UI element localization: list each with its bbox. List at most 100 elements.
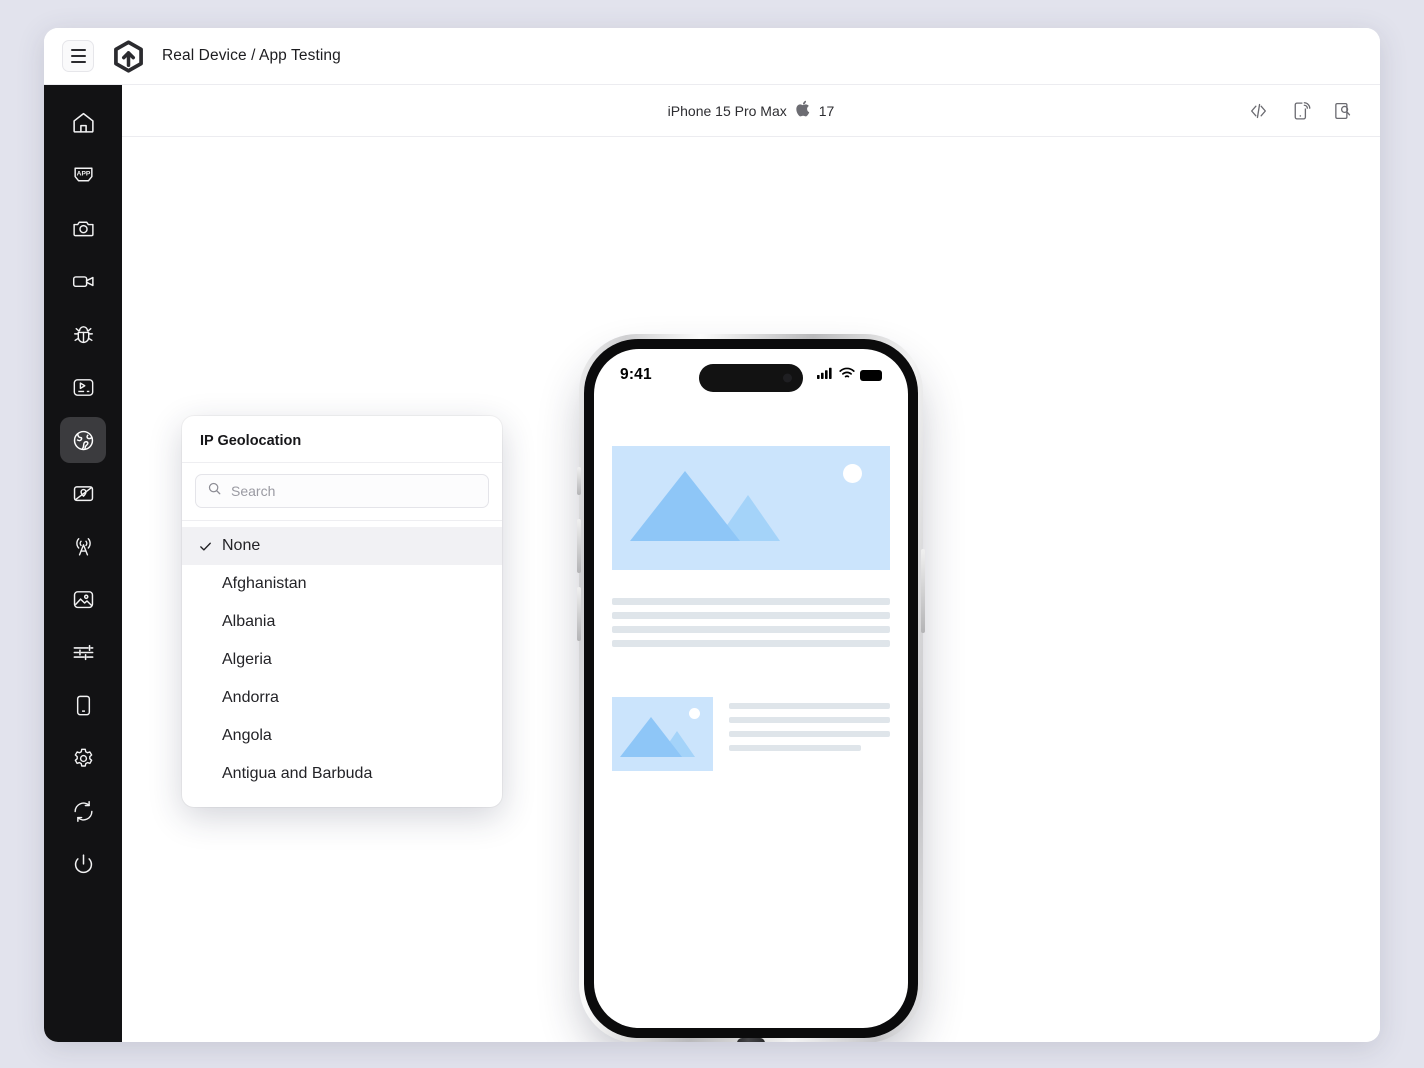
country-option-label: Albania — [222, 613, 276, 630]
device-name: iPhone 15 Pro Max — [667, 102, 787, 119]
sun-shape — [689, 708, 700, 719]
sidebar-item-home[interactable] — [60, 99, 106, 145]
phone-icon — [71, 693, 96, 718]
cable-connector-head — [737, 1038, 765, 1042]
silent-switch-button[interactable] — [577, 467, 581, 495]
popover-title: IP Geolocation — [182, 416, 502, 463]
os-version: 17 — [818, 102, 835, 119]
country-option-andorra[interactable]: Andorra — [182, 679, 502, 717]
bug-icon — [71, 322, 96, 347]
sidebar-item-stop-session[interactable] — [60, 841, 106, 887]
hamburger-icon-line — [70, 49, 86, 52]
page-title: Real Device / App Testing — [162, 47, 341, 64]
front-camera-icon — [783, 373, 792, 383]
play-console-icon — [71, 375, 96, 400]
sidebar-item-record-video[interactable] — [60, 258, 106, 304]
country-option-none[interactable]: None — [182, 527, 502, 565]
text-line-placeholder — [729, 745, 862, 751]
app-upload-icon: APP — [71, 163, 96, 188]
sidebar-item-app-install[interactable]: APP — [60, 152, 106, 198]
apple-logo-icon — [796, 100, 810, 122]
card-text-lines — [729, 697, 890, 751]
hero-text-lines — [612, 598, 890, 647]
country-option-antigua-and-barbuda[interactable]: Antigua and Barbuda — [182, 755, 502, 793]
image-icon — [71, 587, 96, 612]
volume-down-button[interactable] — [577, 587, 581, 641]
refresh-sync-icon — [71, 799, 96, 824]
sidebar-item-preferences[interactable] — [60, 735, 106, 781]
sidebar-item-screenshot[interactable] — [60, 205, 106, 251]
phone-mockup: 9:41 — [577, 334, 925, 1042]
popover-search-area — [182, 463, 502, 521]
svg-text:APP: APP — [76, 170, 90, 177]
device-inspect-icon[interactable] — [1332, 100, 1353, 121]
app-window: Real Device / App Testing APP iPhone 15 … — [44, 28, 1380, 1042]
sidebar-item-network[interactable] — [60, 523, 106, 569]
checkmark-icon — [198, 539, 222, 554]
country-option-angola[interactable]: Angola — [182, 717, 502, 755]
usb-c-cable-icon — [737, 1038, 765, 1042]
country-option-label: None — [222, 537, 261, 554]
content-card — [612, 697, 890, 771]
home-icon — [71, 110, 96, 135]
card-thumbnail-placeholder — [612, 697, 713, 771]
sidebar-item-device-info[interactable] — [60, 682, 106, 728]
cellular-bars-icon — [817, 366, 834, 384]
code-brackets-icon[interactable] — [1248, 100, 1269, 121]
country-option-algeria[interactable]: Algeria — [182, 641, 502, 679]
gear-icon — [71, 746, 96, 771]
sidebar-item-settings-sliders[interactable] — [60, 629, 106, 675]
search-icon — [207, 481, 222, 501]
country-options-list[interactable]: None Afghanistan Albania Algeria Andorra… — [182, 521, 502, 807]
network-tower-icon — [71, 534, 96, 559]
power-button[interactable] — [921, 549, 925, 633]
camera-icon — [71, 216, 96, 241]
text-line-placeholder — [612, 640, 890, 647]
toolbar-actions — [1248, 100, 1353, 121]
sidebar-item-playback[interactable] — [60, 364, 106, 410]
hamburger-icon-line — [70, 60, 86, 63]
device-label-group: iPhone 15 Pro Max 17 — [667, 100, 835, 122]
sidebar-item-bug-report[interactable] — [60, 311, 106, 357]
text-line-placeholder — [729, 717, 890, 723]
country-option-label: Antigua and Barbuda — [222, 765, 373, 782]
hero-image-placeholder — [612, 446, 890, 570]
status-time: 9:41 — [620, 366, 652, 383]
sidebar-item-restart[interactable] — [60, 788, 106, 834]
video-camera-icon — [71, 269, 96, 294]
sun-shape — [843, 464, 862, 483]
text-line-placeholder — [612, 626, 890, 633]
search-box[interactable] — [195, 474, 489, 508]
globe-icon — [71, 428, 96, 453]
country-option-label: Afghanistan — [222, 575, 307, 592]
map-pin-icon — [71, 481, 96, 506]
sidebar-item-media-inject[interactable] — [60, 576, 106, 622]
device-screen[interactable]: 9:41 — [594, 349, 908, 1028]
country-option-label: Algeria — [222, 651, 272, 668]
text-line-placeholder — [729, 703, 890, 709]
country-option-afghanistan[interactable]: Afghanistan — [182, 565, 502, 603]
country-option-label: Angola — [222, 727, 272, 744]
sidebar-nav: APP — [44, 85, 122, 1042]
country-option-albania[interactable]: Albania — [182, 603, 502, 641]
hamburger-menu-button[interactable] — [62, 40, 94, 72]
mountain-large-shape — [620, 717, 682, 757]
wifi-icon — [839, 366, 855, 384]
sliders-icon — [71, 640, 96, 665]
status-bar: 9:41 — [594, 349, 908, 401]
text-line-placeholder — [729, 731, 890, 737]
status-indicators — [817, 366, 882, 384]
search-input[interactable] — [231, 483, 477, 499]
mountain-large-shape — [630, 471, 740, 541]
power-icon — [71, 852, 96, 877]
dynamic-island — [699, 364, 803, 392]
sidebar-item-gps-location[interactable] — [60, 470, 106, 516]
text-line-placeholder — [612, 598, 890, 605]
top-bar: Real Device / App Testing — [44, 28, 1380, 85]
text-line-placeholder — [612, 612, 890, 619]
device-signal-icon[interactable] — [1290, 100, 1311, 121]
country-option-label: Andorra — [222, 689, 279, 706]
sidebar-item-ip-geolocation[interactable] — [60, 417, 106, 463]
volume-up-button[interactable] — [577, 519, 581, 573]
ip-geolocation-popover: IP Geolocation None — [182, 416, 502, 807]
